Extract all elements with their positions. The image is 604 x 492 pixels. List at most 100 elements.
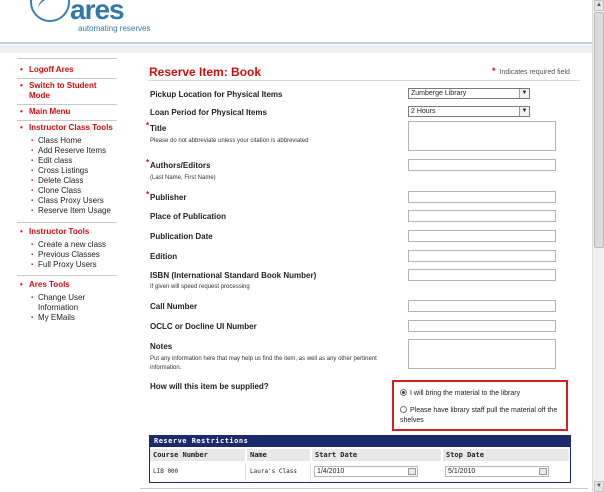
place-of-publication-label: Place of Publication [150, 212, 227, 221]
oclc-label: OCLC or Docline UI Number [150, 322, 257, 331]
oclc-input[interactable] [408, 320, 556, 332]
vertical-scrollbar[interactable]: ▲ ▼ [592, 0, 604, 492]
ares-logo-text: ares [70, 0, 125, 25]
stop-date-value: 5/1/2010 [448, 468, 476, 475]
sidebar-item-class-home[interactable]: Class Home [31, 136, 115, 146]
header-band [0, 45, 592, 53]
authors-input[interactable] [408, 159, 556, 171]
sidebar-divider [17, 78, 117, 79]
start-date-value: 1/4/2010 [317, 468, 345, 475]
supply-option-bring-label: I will bring the material to the library [410, 390, 521, 397]
header: ares automating reserves [0, 0, 592, 44]
pickup-location-select[interactable]: Zumberge Library ▼ [408, 88, 530, 99]
call-number-input[interactable] [408, 300, 556, 312]
column-header-name: Name [247, 449, 311, 461]
isbn-input[interactable] [408, 269, 556, 281]
stop-date-input[interactable]: 5/1/2010 [445, 466, 549, 477]
sidebar-instructor-class-tools-heading: Instructor Class Tools [17, 123, 117, 133]
publisher-label-text: Publisher [150, 193, 187, 202]
sidebar: Logoff Ares Switch to Student Mode Main … [17, 58, 117, 492]
supply-question-label: How will this item be supplied? [150, 382, 269, 391]
radio-selected-icon[interactable] [400, 389, 407, 396]
edition-input[interactable] [408, 250, 556, 262]
column-header-stop-date: Stop Date [443, 449, 570, 461]
supply-options-highlight: I will bring the material to the library… [392, 380, 568, 431]
required-star: * [146, 190, 150, 199]
calendar-icon[interactable] [539, 468, 547, 475]
sidebar-main-menu-link[interactable]: Main Menu [17, 107, 117, 117]
sidebar-item-cross-listings[interactable]: Cross Listings [31, 166, 115, 176]
isbn-hint: If given will speed request processing [150, 284, 250, 290]
supply-option-staff-pull[interactable]: Please have library staff pull the mater… [400, 406, 560, 426]
sidebar-item-reserve-item-usage[interactable]: Reserve Item Usage [31, 206, 115, 216]
sidebar-instructor-tools-heading: Instructor Tools [17, 227, 117, 237]
chevron-down-icon[interactable]: ▼ [519, 89, 529, 98]
start-date-input[interactable]: 1/4/2010 [314, 466, 418, 477]
pickup-location-label: Pickup Location for Physical Items [150, 90, 283, 99]
publication-date-label: Publication Date [150, 232, 213, 241]
sidebar-divider [17, 222, 117, 223]
sidebar-item-full-proxy-users[interactable]: Full Proxy Users [31, 260, 115, 270]
sidebar-item-my-emails[interactable]: My EMails [31, 313, 115, 323]
sidebar-logoff-link[interactable]: Logoff Ares [17, 65, 117, 75]
sidebar-divider [17, 104, 117, 105]
required-note-text: Indicates required field [499, 69, 570, 76]
notes-label: Notes [150, 342, 173, 351]
notes-textarea[interactable] [408, 339, 556, 369]
sidebar-ares-tools-heading: Ares Tools [17, 280, 117, 290]
sidebar-item-change-user-information[interactable]: Change User Information [31, 293, 115, 313]
authors-label-text: Authors/Editors [150, 161, 211, 170]
title-label-text: Title [150, 124, 167, 133]
call-number-label: Call Number [150, 302, 198, 311]
course-number-cell: LIB 000 [150, 463, 246, 481]
scroll-up-arrow-icon[interactable]: ▲ [594, 0, 604, 11]
notes-hint: Put any information here that may help u… [150, 356, 377, 371]
reserve-restrictions-title: Reserve Restrictions [150, 436, 570, 447]
sidebar-item-clone-class[interactable]: Clone Class [31, 186, 115, 196]
scroll-down-arrow-icon[interactable]: ▼ [594, 481, 604, 492]
loan-period-select[interactable]: 2 Hours ▼ [408, 106, 530, 117]
place-of-publication-input[interactable] [408, 210, 556, 222]
loan-period-value: 2 Hours [411, 108, 436, 115]
loan-period-label: Loan Period for Physical Items [150, 108, 267, 117]
title-label: * Title [146, 121, 167, 133]
pickup-location-value: Zumberge Library [411, 90, 467, 97]
sidebar-item-delete-class[interactable]: Delete Class [31, 176, 115, 186]
sidebar-item-class-proxy-users[interactable]: Class Proxy Users [31, 196, 115, 206]
publisher-input[interactable] [408, 191, 556, 203]
authors-label: * Authors/Editors [146, 158, 211, 170]
sidebar-item-add-reserve-items[interactable]: Add Reserve Items [31, 146, 115, 156]
sidebar-divider [17, 120, 117, 121]
calendar-icon[interactable] [408, 468, 416, 475]
supply-option-bring[interactable]: I will bring the material to the library [400, 389, 560, 399]
publication-date-input[interactable] [408, 230, 556, 242]
sidebar-item-edit-class[interactable]: Edit class [31, 156, 115, 166]
title-divider [148, 80, 580, 81]
bottom-divider [140, 488, 588, 489]
title-textarea[interactable] [408, 121, 556, 151]
class-name-cell: Laura's Class [247, 463, 311, 481]
radio-unselected-icon[interactable] [400, 406, 407, 413]
sidebar-item-create-class[interactable]: Create a new class [31, 240, 115, 250]
scroll-thumb[interactable] [594, 12, 604, 248]
column-header-course-number: Course Number [150, 449, 246, 461]
required-star: * [146, 121, 150, 130]
chevron-down-icon[interactable]: ▼ [519, 107, 529, 116]
edition-label: Edition [150, 252, 178, 261]
ares-tagline: automating reserves [78, 24, 151, 33]
authors-hint: (Last Name, First Name) [150, 175, 216, 181]
sidebar-divider [17, 58, 117, 59]
title-hint: Please do not abbreviate unless your cit… [150, 138, 309, 144]
page-title: Reserve Item: Book [149, 65, 262, 79]
reserve-item-form: Reserve Item: Book * Indicates required f… [140, 58, 588, 492]
column-header-start-date: Start Date [312, 449, 442, 461]
sidebar-item-previous-classes[interactable]: Previous Classes [31, 250, 115, 260]
required-star: * [146, 158, 150, 167]
required-star: * [492, 66, 496, 76]
reserve-restrictions-table: Reserve Restrictions Course Number Name … [149, 435, 571, 483]
required-field-note: * Indicates required field [492, 66, 570, 76]
publisher-label: * Publisher [146, 190, 187, 202]
sidebar-switch-student-link[interactable]: Switch to Student Mode [17, 81, 117, 101]
sidebar-divider [17, 275, 117, 276]
isbn-label: ISBN (International Standard Book Number… [150, 271, 317, 280]
